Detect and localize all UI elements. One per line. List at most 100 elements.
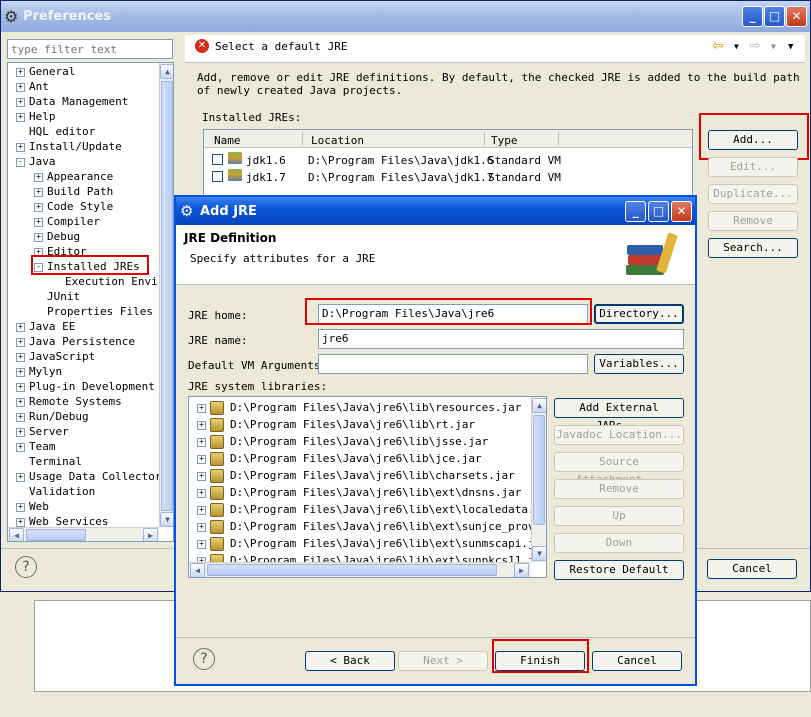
tree-item[interactable]: + Web — [16, 499, 49, 514]
edit-jre-button[interactable]: Edit... — [708, 157, 798, 177]
expand-icon[interactable]: + — [34, 172, 43, 182]
tree-item[interactable]: + Team — [16, 439, 56, 454]
dialog-minimize-button[interactable]: _ — [625, 201, 646, 222]
filter-input[interactable] — [7, 39, 173, 59]
column-location[interactable]: Location — [311, 134, 364, 147]
expand-icon[interactable]: + — [197, 488, 206, 498]
expand-icon[interactable]: + — [16, 337, 25, 347]
tree-item[interactable]: + Server — [16, 424, 69, 439]
help-icon[interactable]: ? — [15, 556, 37, 578]
tree-item[interactable]: + Compiler — [34, 214, 100, 229]
dialog-close-button[interactable]: ✕ — [671, 201, 692, 222]
next-button[interactable]: Next > — [398, 651, 488, 671]
library-row[interactable]: + D:\Program Files\Java\jre6\lib\ext\loca… — [197, 502, 531, 517]
libs-scroll-up[interactable]: ▲ — [532, 398, 546, 413]
back-button[interactable]: < Back — [305, 651, 395, 671]
library-row[interactable]: + D:\Program Files\Java\jre6\lib\ext\sunm… — [197, 536, 531, 551]
tree-vertical-scrollbar[interactable]: ▲ ▼ — [159, 63, 173, 527]
duplicate-jre-button[interactable]: Duplicate... — [708, 184, 798, 204]
remove-library-button[interactable]: Remove — [554, 479, 684, 499]
tree-item[interactable]: + Plug-in Development — [16, 379, 155, 394]
dialog-titlebar[interactable]: ⚙ Add JRE _ □ ✕ — [176, 197, 695, 225]
source-attachment-button[interactable]: Source Attachment... — [554, 452, 684, 486]
variables-button[interactable]: Variables... — [594, 354, 684, 374]
tree-item[interactable]: + Run/Debug — [16, 409, 89, 424]
expand-icon[interactable]: + — [16, 427, 25, 437]
library-row[interactable]: + D:\Program Files\Java\jre6\lib\ext\sunj… — [197, 519, 531, 534]
back-dropdown-icon[interactable]: ▼ — [734, 42, 739, 51]
tree-item[interactable]: Execution Envi — [52, 274, 158, 289]
expand-icon[interactable]: + — [34, 202, 43, 212]
libs-scroll-right[interactable]: ▶ — [514, 563, 529, 577]
dialog-maximize-button[interactable]: □ — [648, 201, 669, 222]
down-button[interactable]: Down — [554, 533, 684, 553]
remove-jre-button[interactable]: Remove — [708, 211, 798, 231]
library-row[interactable]: + D:\Program Files\Java\jre6\lib\resource… — [197, 400, 521, 415]
expand-icon[interactable]: + — [34, 217, 43, 227]
tree-item[interactable]: + JavaScript — [16, 349, 95, 364]
libraries-list[interactable]: + D:\Program Files\Java\jre6\lib\resource… — [188, 396, 547, 578]
preferences-cancel-button[interactable]: Cancel — [707, 559, 797, 579]
expand-icon[interactable]: + — [34, 232, 43, 242]
libs-vertical-scrollbar[interactable]: ▲ ▼ — [531, 397, 546, 562]
expand-icon[interactable]: + — [197, 539, 206, 549]
add-external-jars-button[interactable]: Add External JARs... — [554, 398, 684, 432]
tree-item[interactable]: Terminal — [16, 454, 82, 469]
tree-item[interactable]: + Usage Data Collector — [16, 469, 161, 484]
scroll-up-arrow[interactable]: ▲ — [160, 64, 173, 79]
directory-button[interactable]: Directory... — [594, 304, 684, 324]
expand-icon[interactable]: + — [16, 397, 25, 407]
back-nav-icon[interactable]: ⇦ — [712, 38, 724, 54]
expand-icon[interactable]: + — [16, 412, 25, 422]
tree-item[interactable]: - Java — [16, 154, 56, 169]
libs-scroll-thumb[interactable] — [533, 415, 545, 525]
tree-item[interactable]: + Java Persistence — [16, 334, 135, 349]
expand-icon[interactable]: + — [197, 471, 206, 481]
h-scroll-thumb[interactable] — [26, 529, 86, 541]
tree-item[interactable]: + Install/Update — [16, 139, 122, 154]
expand-icon[interactable]: + — [197, 505, 206, 515]
tree-item[interactable]: HQL editor — [16, 124, 95, 139]
tree-item[interactable]: + Appearance — [34, 169, 113, 184]
expand-icon[interactable]: + — [197, 403, 206, 413]
table-row[interactable]: jdk1.6 D:\Program Files\Java\jdk1.6 Stan… — [204, 151, 692, 168]
expand-icon[interactable]: + — [197, 522, 206, 532]
scroll-right-arrow[interactable]: ▶ — [143, 528, 158, 541]
tree-item[interactable]: + Java EE — [16, 319, 75, 334]
libs-scroll-left[interactable]: ◀ — [190, 563, 205, 577]
libs-scroll-down[interactable]: ▼ — [532, 546, 546, 561]
view-menu-icon[interactable]: ▼ — [788, 42, 793, 52]
expand-icon[interactable]: + — [16, 112, 25, 122]
expand-icon[interactable]: + — [34, 187, 43, 197]
expand-icon[interactable]: + — [197, 454, 206, 464]
expand-icon[interactable]: + — [16, 82, 25, 92]
expand-icon[interactable]: + — [16, 367, 25, 377]
forward-dropdown-icon[interactable]: ▼ — [771, 42, 776, 51]
column-type[interactable]: Type — [491, 134, 518, 147]
library-row[interactable]: + D:\Program Files\Java\jre6\lib\jce.jar — [197, 451, 482, 466]
expand-icon[interactable]: + — [16, 382, 25, 392]
scroll-left-arrow[interactable]: ◀ — [9, 528, 24, 541]
vm-args-input[interactable] — [318, 354, 588, 374]
library-row[interactable]: + D:\Program Files\Java\jre6\lib\charsets… — [197, 468, 515, 483]
tree-horizontal-scrollbar[interactable]: ◀ ▶ — [8, 527, 159, 541]
restore-default-button[interactable]: Restore Default — [554, 560, 684, 580]
up-button[interactable]: Up — [554, 506, 684, 526]
javadoc-location-button[interactable]: Javadoc Location... — [554, 425, 684, 445]
dialog-help-icon[interactable]: ? — [193, 648, 215, 670]
libs-horizontal-scrollbar[interactable]: ◀ ▶ — [189, 562, 531, 577]
scroll-thumb[interactable] — [161, 81, 173, 511]
scroll-down-arrow[interactable]: ▼ — [160, 512, 173, 527]
library-row[interactable]: + D:\Program Files\Java\jre6\lib\ext\dnsn… — [197, 485, 521, 500]
search-jre-button[interactable]: Search... — [708, 238, 798, 258]
expand-icon[interactable]: + — [16, 322, 25, 332]
column-name[interactable]: Name — [214, 134, 241, 147]
preferences-titlebar[interactable]: ⚙ Preferences _ □ ✕ — [1, 1, 810, 32]
maximize-button[interactable]: □ — [764, 6, 785, 27]
expand-icon[interactable]: + — [16, 97, 25, 107]
tree-item[interactable]: Validation — [16, 484, 95, 499]
tree-item[interactable]: JUnit — [34, 289, 80, 304]
tree-item[interactable]: + Ant — [16, 79, 49, 94]
expand-icon[interactable]: + — [16, 502, 25, 512]
tree-item[interactable]: + Data Management — [16, 94, 128, 109]
